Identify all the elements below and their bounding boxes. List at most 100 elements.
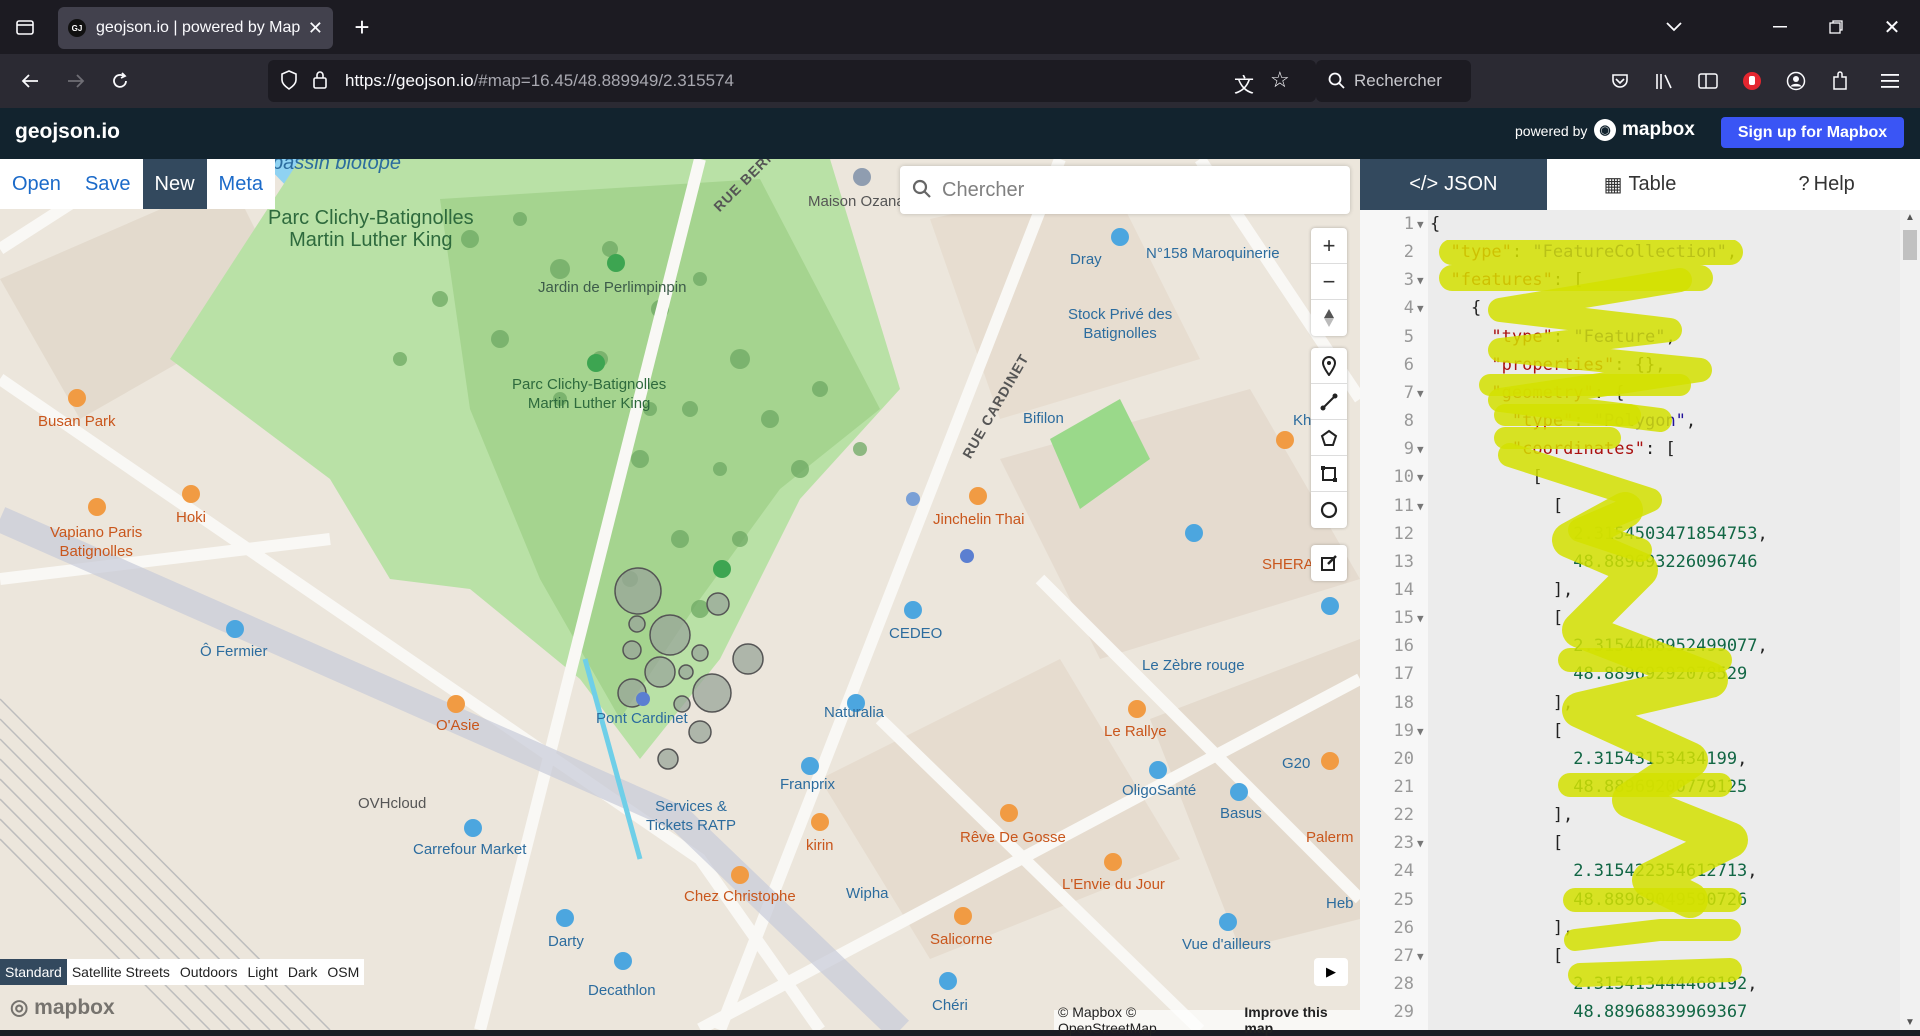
scroll-down-icon[interactable]: ▼	[1905, 1017, 1915, 1028]
back-icon[interactable]	[16, 68, 44, 94]
code-line[interactable]: 12 2.3154503471854753,	[1360, 524, 1900, 552]
style-standard[interactable]: Standard	[0, 959, 67, 985]
code-line[interactable]: 14 ],	[1360, 580, 1900, 608]
translate-icon[interactable]: 文	[1234, 69, 1254, 98]
reload-icon[interactable]	[106, 68, 134, 94]
new-button[interactable]: New	[142, 159, 207, 209]
forward-icon[interactable]	[62, 68, 90, 94]
code-line[interactable]: 7 ▼ "geometry": {	[1360, 383, 1900, 411]
fold-arrow-icon[interactable]: ▼	[1417, 471, 1424, 484]
editor-scrollbar[interactable]: ▲ ▼	[1900, 210, 1920, 1030]
fold-arrow-icon[interactable]: ▼	[1417, 274, 1424, 287]
compass-icon[interactable]	[1311, 300, 1347, 336]
code-line[interactable]: 5 "type": "Feature",	[1360, 327, 1900, 355]
tab-list-icon[interactable]	[12, 14, 38, 40]
code-line[interactable]: 17 48.88969292078529	[1360, 664, 1900, 692]
bookmark-star-icon[interactable]: ☆	[1270, 67, 1290, 93]
minimize-icon[interactable]	[1766, 14, 1794, 40]
code-line[interactable]: 11 ▼ [	[1360, 496, 1900, 524]
open-button[interactable]: Open	[0, 159, 73, 209]
tab-help[interactable]: ? Help	[1733, 159, 1920, 210]
improve-map-link[interactable]: Improve this map	[1244, 1004, 1360, 1036]
code-line[interactable]: 2 "type": "FeatureCollection",	[1360, 242, 1900, 270]
style-light[interactable]: Light	[242, 959, 282, 985]
code-line[interactable]: 28 2.315413444468192,	[1360, 974, 1900, 1002]
draw-rectangle-icon[interactable]	[1311, 456, 1347, 492]
code-line[interactable]: 27 ▼ [	[1360, 946, 1900, 974]
edit-icon[interactable]	[1311, 545, 1347, 581]
code-line[interactable]: 6 "properties": {},	[1360, 355, 1900, 383]
fold-arrow-icon[interactable]: ▼	[1417, 443, 1424, 456]
save-button[interactable]: Save	[72, 159, 143, 209]
close-tab-icon[interactable]: ✕	[308, 18, 323, 39]
attribution-text[interactable]: © Mapbox © OpenStreetMap	[1058, 1004, 1238, 1036]
code-line[interactable]: 18 ],	[1360, 693, 1900, 721]
code-line[interactable]: 9 ▼ "coordinates": [	[1360, 439, 1900, 467]
account-icon[interactable]	[1782, 68, 1810, 94]
map-search-input[interactable]: Chercher	[900, 166, 1350, 214]
code-line[interactable]: 25 48.88969049590726	[1360, 890, 1900, 918]
list-all-tabs-icon[interactable]	[1660, 14, 1688, 40]
draw-circle-icon[interactable]	[1311, 492, 1347, 528]
fold-arrow-icon[interactable]: ▼	[1417, 302, 1424, 315]
code-line[interactable]: 4 ▼ {	[1360, 298, 1900, 326]
pocket-icon[interactable]	[1606, 68, 1634, 94]
mapbox-watermark[interactable]: ◎ mapbox	[10, 995, 115, 1020]
code-line[interactable]: 13 48.889693226096746	[1360, 552, 1900, 580]
fold-arrow-icon[interactable]: ▼	[1417, 387, 1424, 400]
meta-button[interactable]: Meta	[206, 159, 276, 209]
mapbox-logo[interactable]: ◉ mapbox	[1594, 119, 1695, 141]
zoom-out-icon[interactable]: −	[1311, 264, 1347, 300]
tab-table[interactable]: ▦ Table	[1546, 159, 1734, 210]
url-bar[interactable]: https://geojson.io/#map=16.45/48.889949/…	[268, 60, 1316, 102]
code-line[interactable]: 15 ▼ [	[1360, 608, 1900, 636]
lock-icon[interactable]	[312, 70, 328, 95]
sidebar-icon[interactable]	[1694, 68, 1722, 94]
draw-point-icon[interactable]	[1311, 348, 1347, 384]
fold-arrow-icon[interactable]: ▼	[1417, 218, 1424, 231]
code-line[interactable]: 8 "type": "Polygon",	[1360, 411, 1900, 439]
style-outdoors[interactable]: Outdoors	[175, 959, 243, 985]
signup-button[interactable]: Sign up for Mapbox	[1721, 117, 1904, 148]
style-satellite-streets[interactable]: Satellite Streets	[67, 959, 175, 985]
tab-json[interactable]: </> JSON	[1360, 159, 1547, 210]
app-logo[interactable]: geojson.io	[15, 120, 120, 144]
fold-arrow-icon[interactable]: ▼	[1417, 950, 1424, 963]
code-line[interactable]: 26 ],	[1360, 918, 1900, 946]
scrollbar-thumb[interactable]	[1903, 230, 1917, 260]
code-text: 2.315413444468192,	[1573, 974, 1758, 995]
library-icon[interactable]	[1650, 68, 1678, 94]
browser-tab[interactable]: GJ geojson.io | powered by Mapbox ✕	[58, 7, 333, 49]
code-line[interactable]: 19 ▼ [	[1360, 721, 1900, 749]
fold-arrow-icon[interactable]: ▼	[1417, 500, 1424, 513]
extensions-icon[interactable]	[1826, 68, 1854, 94]
code-line[interactable]: 20 2.31543153434199,	[1360, 749, 1900, 777]
fold-arrow-icon[interactable]: ▼	[1417, 612, 1424, 625]
collapse-panel-button[interactable]: ▶	[1314, 958, 1348, 986]
restore-icon[interactable]	[1822, 14, 1850, 40]
style-osm[interactable]: OSM	[322, 959, 364, 985]
style-dark[interactable]: Dark	[283, 959, 323, 985]
shield-icon[interactable]	[280, 70, 298, 95]
code-line[interactable]: 10 ▼ [	[1360, 467, 1900, 495]
map-canvas[interactable]: bassin biotope Parc Clichy-Batignolles M…	[0, 159, 1360, 1030]
code-line[interactable]: 16 2.3154408952499077,	[1360, 636, 1900, 664]
code-line[interactable]: 24 2.315422354612713,	[1360, 861, 1900, 889]
draw-line-icon[interactable]	[1311, 384, 1347, 420]
extension-adblock-icon[interactable]	[1738, 68, 1766, 94]
draw-polygon-icon[interactable]	[1311, 420, 1347, 456]
scroll-up-icon[interactable]: ▲	[1905, 212, 1915, 223]
code-line[interactable]: 29 48.88968839969367	[1360, 1002, 1900, 1030]
code-line[interactable]: 21 48.88969200779125	[1360, 777, 1900, 805]
fold-arrow-icon[interactable]: ▼	[1417, 725, 1424, 738]
code-line[interactable]: 1 ▼ {	[1360, 214, 1900, 242]
code-line[interactable]: 3 ▼ "features": [	[1360, 270, 1900, 298]
zoom-in-icon[interactable]: +	[1311, 228, 1347, 264]
new-tab-icon[interactable]: +	[348, 12, 376, 42]
hamburger-menu-icon[interactable]	[1876, 68, 1904, 94]
browser-search-box[interactable]: Rechercher	[1316, 60, 1471, 102]
close-window-icon[interactable]: ✕	[1878, 14, 1906, 40]
code-line[interactable]: 23 ▼ [	[1360, 833, 1900, 861]
code-line[interactable]: 22 ],	[1360, 805, 1900, 833]
fold-arrow-icon[interactable]: ▼	[1417, 837, 1424, 850]
